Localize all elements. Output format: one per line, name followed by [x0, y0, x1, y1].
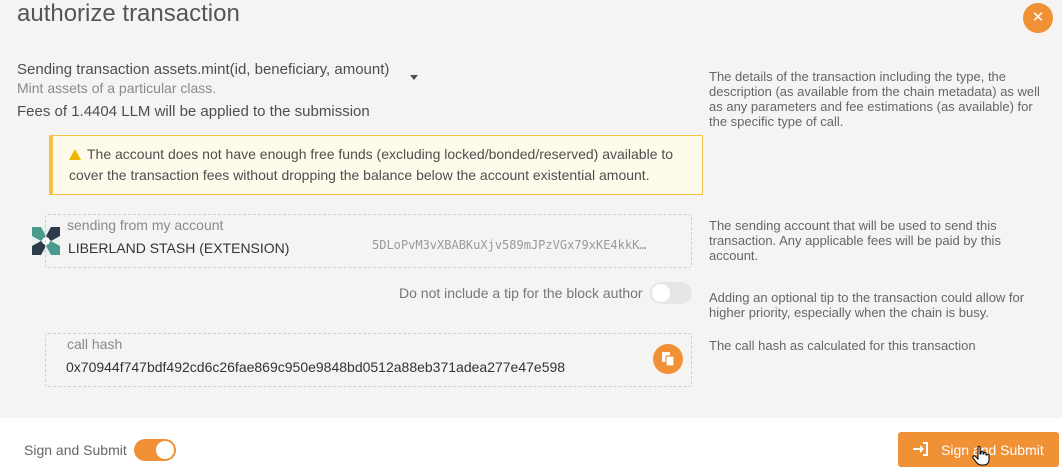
warning-icon [69, 149, 81, 160]
call-hash-value: 0x70944f747bdf492cd6c26fae869c950e9848bd… [66, 359, 566, 375]
sign-and-submit-label: Sign and Submit [941, 442, 1044, 458]
warning-text: The account does not have enough free fu… [69, 146, 674, 183]
sign-toggle[interactable] [134, 439, 176, 461]
call-hash-help: The call hash as calculated for this tra… [709, 338, 976, 353]
account-label: sending from my account [67, 217, 224, 233]
close-icon: ✕ [1031, 9, 1045, 26]
fees-text: Fees of 1.4404 LLM will be applied to th… [17, 103, 370, 120]
hand-cursor-icon [972, 446, 990, 466]
account-help: The sending account that will be used to… [709, 218, 1001, 263]
copy-button[interactable] [653, 344, 683, 374]
call-hash-label: call hash [67, 336, 123, 352]
account-address: 5DLoPvM3vXBABKuXjv589mJPzVGx79xKE4kkK… [372, 238, 647, 252]
transaction-description: Mint assets of a particular class. [17, 80, 217, 96]
copy-icon [662, 352, 675, 367]
close-button[interactable]: ✕ [1023, 3, 1053, 33]
transaction-help: The details of the transaction including… [709, 69, 1040, 129]
modal-footer: Sign and Submit Sign and Submit [0, 418, 1062, 472]
tip-label: Do not include a tip for the block autho… [399, 285, 643, 301]
sign-in-icon [913, 442, 928, 456]
sign-toggle-label: Sign and Submit [24, 442, 127, 458]
chevron-down-icon[interactable] [410, 75, 418, 80]
warning-box: The account does not have enough free fu… [49, 135, 703, 195]
call-hash-box: call hash 0x70944f747bdf492cd6c26fae869c… [45, 333, 692, 387]
modal-title: authorize transaction [17, 0, 240, 27]
tip-toggle[interactable] [650, 282, 692, 304]
tip-help: Adding an optional tip to the transactio… [709, 290, 1025, 320]
transaction-summary[interactable]: Sending transaction assets.mint(id, bene… [17, 61, 389, 78]
account-name: LIBERLAND STASH (EXTENSION) [68, 240, 290, 256]
account-selector[interactable]: sending from my account LIBERLAND STASH … [45, 214, 692, 268]
